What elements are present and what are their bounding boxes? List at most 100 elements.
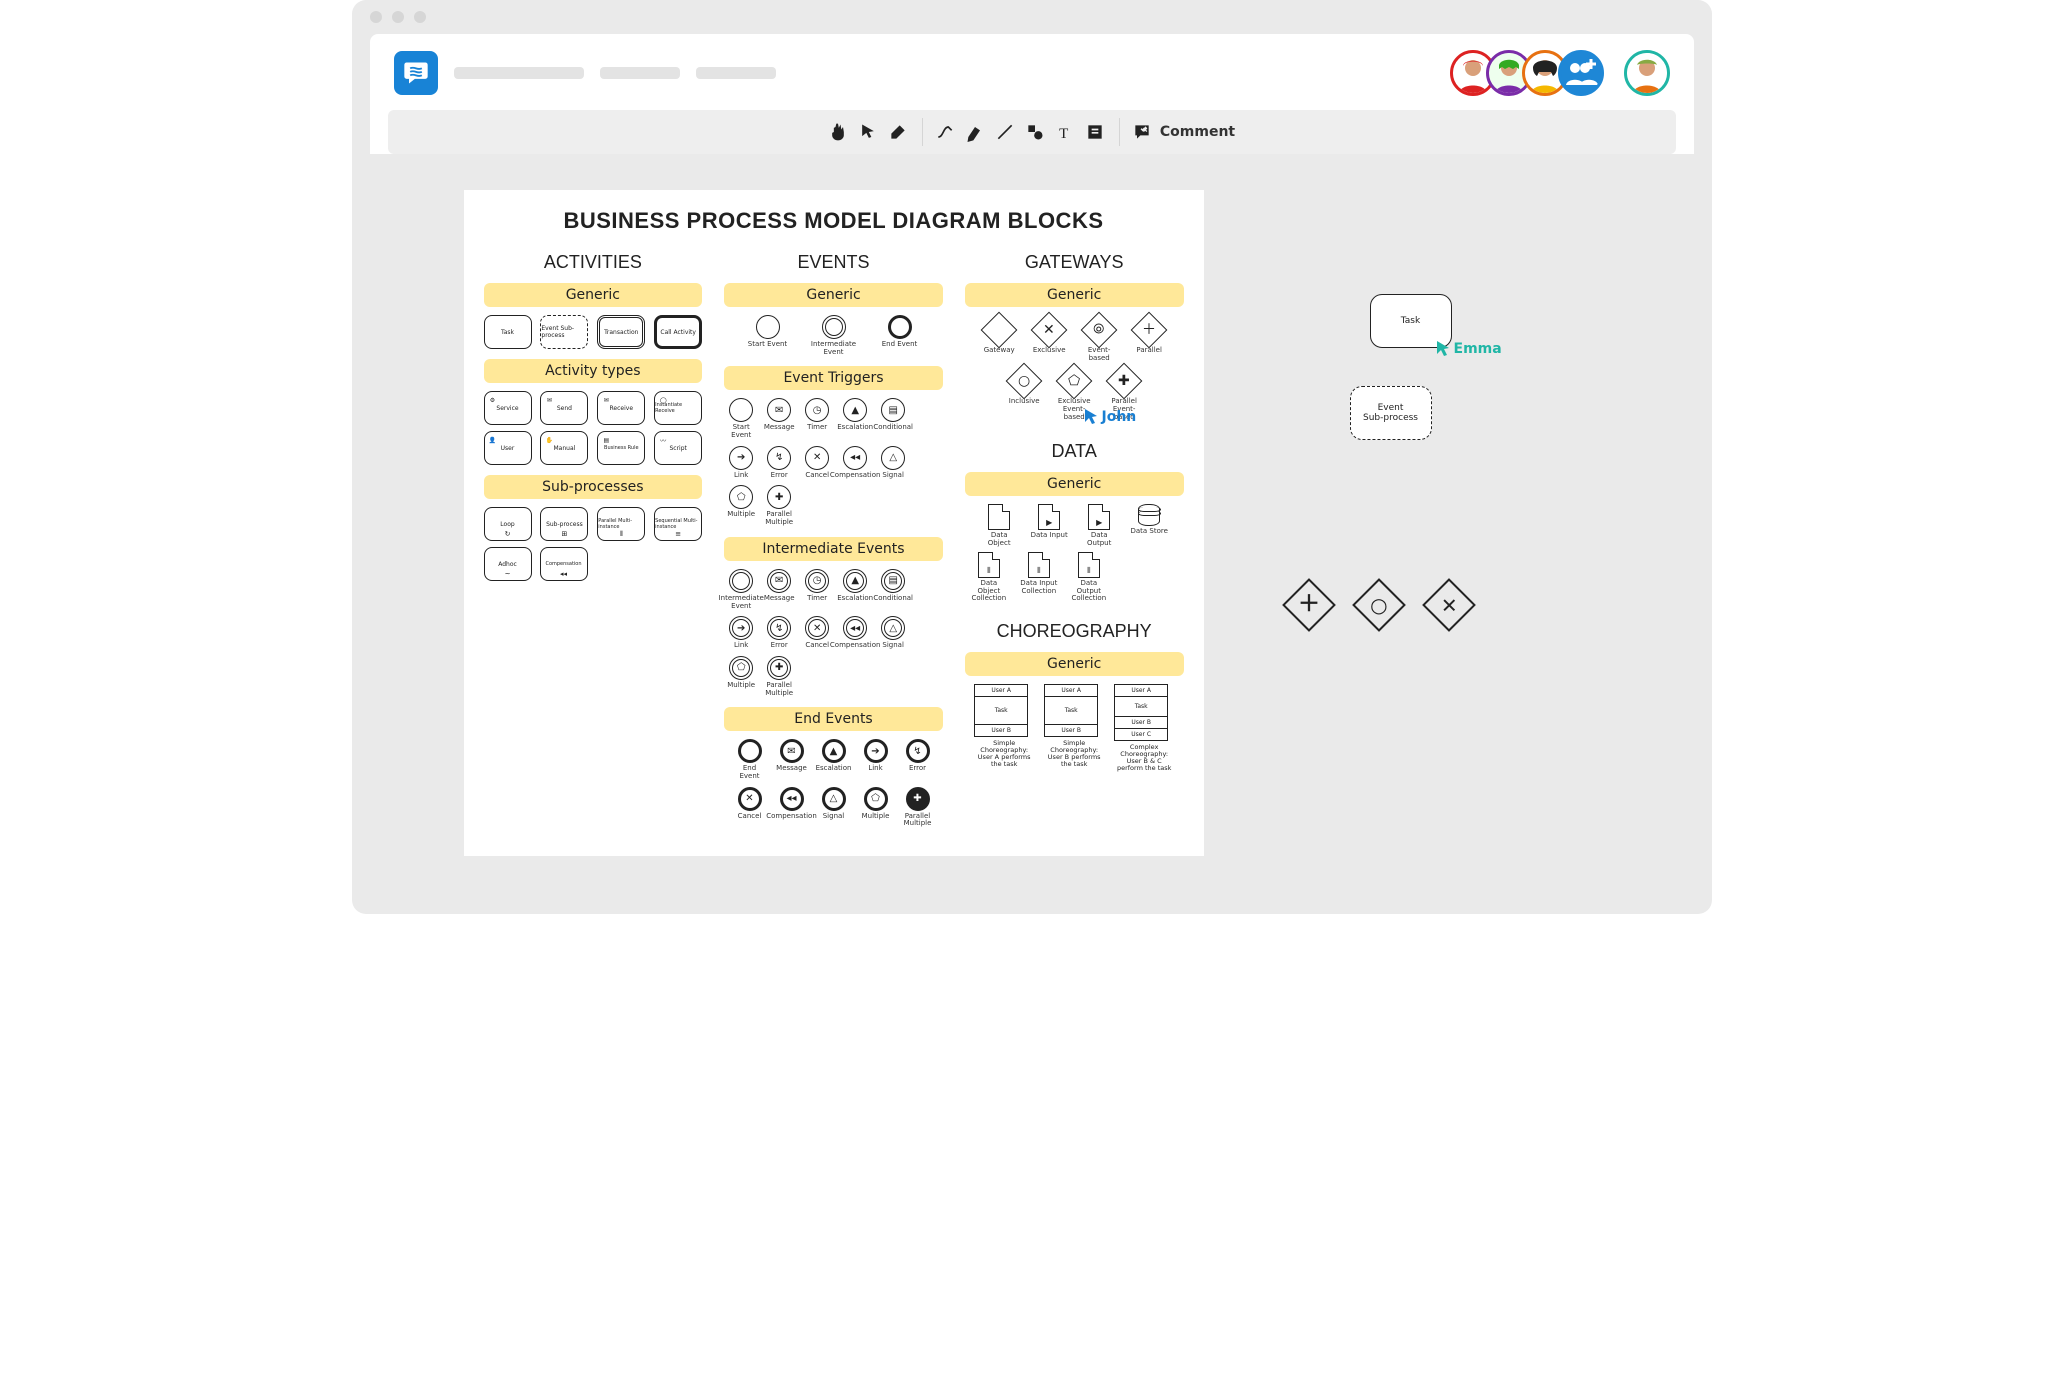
window-close-dot[interactable]	[370, 11, 382, 23]
shape-sub-sequential-mi[interactable]: Sequential Multi-instance≡	[654, 507, 702, 541]
shape-end-error[interactable]: ↯Error	[901, 739, 935, 780]
shape-data-input[interactable]: ▶Data Input	[1029, 504, 1069, 547]
shape-trigger-timer[interactable]: ◷Timer	[800, 398, 834, 439]
shape-int-message[interactable]: ✉Message	[762, 569, 796, 610]
header-breadcrumb-placeholders	[454, 67, 776, 79]
shape-choreo-complex[interactable]: User A Task User B User C Complex Choreo…	[1114, 684, 1174, 773]
shape-trigger-start[interactable]: Start Event	[724, 398, 758, 439]
shape-int-multiple[interactable]: ⬠Multiple	[724, 656, 758, 697]
shape-end-event[interactable]: End Event	[876, 315, 924, 356]
shape-int-event[interactable]: Intermediate Event	[724, 569, 758, 610]
shape-gateway-inclusive[interactable]: ○Inclusive	[1004, 366, 1044, 421]
avatar-me[interactable]	[1624, 50, 1670, 96]
col-gateways-data-choreo: GATEWAYS Generic Gateway ✕Exclusive ⦾Eve…	[965, 244, 1184, 828]
shape-end-cancel[interactable]: ✕Cancel	[733, 787, 767, 828]
shape-transaction[interactable]: Transaction	[597, 315, 645, 349]
shape-trigger-signal[interactable]: △Signal	[876, 446, 910, 480]
shape-start-event[interactable]: Start Event	[744, 315, 792, 356]
tool-pan[interactable]	[824, 118, 852, 146]
shape-event-subprocess[interactable]: Event Sub-process	[540, 315, 588, 349]
shape-end-compensation[interactable]: ◂◂Compensation	[775, 787, 809, 828]
shape-end-parallel-multiple[interactable]: ✚Parallel Multiple	[901, 787, 935, 828]
shape-activity-send[interactable]: ✉Send	[540, 391, 588, 425]
shape-call-activity[interactable]: Call Activity	[654, 315, 702, 349]
shape-sub-process[interactable]: Sub-process⊞	[540, 507, 588, 541]
shape-choreo-simple-b[interactable]: User A Task User B Simple Choreography: …	[1044, 684, 1104, 769]
shape-sub-parallel-mi[interactable]: Parallel Multi-instance⦀	[597, 507, 645, 541]
shape-end-message[interactable]: ✉Message	[775, 739, 809, 780]
shape-int-parallel-multiple[interactable]: ✚Parallel Multiple	[762, 656, 796, 697]
stage-gateway-parallel[interactable]: ＋	[1282, 578, 1336, 632]
tool-eraser[interactable]	[884, 118, 912, 146]
shape-activity-instantiate-receive[interactable]: ◯Instantiate Receive	[654, 391, 702, 425]
subhead-intermediate-events: Intermediate Events	[724, 537, 943, 561]
shape-choreo-simple-a[interactable]: User A Task User B Simple Choreography: …	[974, 684, 1034, 769]
shape-gateway[interactable]: Gateway	[979, 315, 1019, 362]
stage-gateways-row: ＋ ○ ✕	[1288, 584, 1470, 626]
shape-activity-manual[interactable]: ✋Manual	[540, 431, 588, 465]
cursor-icon	[1084, 408, 1100, 426]
shape-sub-compensation[interactable]: Compensation◂◂	[540, 547, 588, 581]
shape-int-escalation[interactable]: ▲Escalation	[838, 569, 872, 610]
app-header	[370, 34, 1694, 104]
shape-task[interactable]: Task	[484, 315, 532, 349]
shape-trigger-conditional[interactable]: ▤Conditional	[876, 398, 910, 439]
shape-int-signal[interactable]: △Signal	[876, 616, 910, 650]
shape-data-object-collection[interactable]: ⦀Data Object Collection	[969, 552, 1009, 603]
cursor-emma: Emma	[1436, 340, 1502, 358]
shape-end-escalation[interactable]: ▲Escalation	[817, 739, 851, 780]
shape-end-multiple[interactable]: ⬠Multiple	[859, 787, 893, 828]
shape-activity-business-rule[interactable]: ▤Business Rule	[597, 431, 645, 465]
tool-text[interactable]: T	[1051, 118, 1079, 146]
tool-pen[interactable]	[931, 118, 959, 146]
shape-data-output-collection[interactable]: ⦀Data Output Collection	[1069, 552, 1109, 603]
shape-sub-adhoc[interactable]: Adhoc~	[484, 547, 532, 581]
shape-data-output[interactable]: ▶Data Output	[1079, 504, 1119, 547]
window-minimize-dot[interactable]	[392, 11, 404, 23]
shape-int-link[interactable]: ➔Link	[724, 616, 758, 650]
shape-gateway-parallel[interactable]: ＋Parallel	[1129, 315, 1169, 362]
shape-trigger-error[interactable]: ↯Error	[762, 446, 796, 480]
shape-trigger-parallel-multiple[interactable]: ✚Parallel Multiple	[762, 485, 796, 526]
shape-int-conditional[interactable]: ▤Conditional	[876, 569, 910, 610]
heading-events: EVENTS	[724, 252, 943, 273]
shape-activity-receive[interactable]: ✉Receive	[597, 391, 645, 425]
stage-gateway-inclusive[interactable]: ○	[1352, 578, 1406, 632]
shape-end-event[interactable]: End Event	[733, 739, 767, 780]
app-logo[interactable]	[394, 51, 438, 95]
shape-int-error[interactable]: ↯Error	[762, 616, 796, 650]
window-maximize-dot[interactable]	[414, 11, 426, 23]
shape-intermediate-event[interactable]: Intermediate Event	[810, 315, 858, 356]
col-activities: ACTIVITIES Generic Task Event Sub-proces…	[484, 244, 703, 828]
tool-comment[interactable]: Comment	[1128, 118, 1239, 146]
stage-gateway-exclusive[interactable]: ✕	[1422, 578, 1476, 632]
shape-data-store[interactable]: Data Store	[1129, 504, 1169, 547]
shape-activity-service[interactable]: ⚙Service	[484, 391, 532, 425]
share-button[interactable]	[1558, 50, 1604, 96]
shape-data-object[interactable]: Data Object	[979, 504, 1019, 547]
shape-trigger-message[interactable]: ✉Message	[762, 398, 796, 439]
shape-trigger-compensation[interactable]: ◂◂Compensation	[838, 446, 872, 480]
shape-trigger-link[interactable]: ➔Link	[724, 446, 758, 480]
tool-select[interactable]	[854, 118, 882, 146]
shape-int-compensation[interactable]: ◂◂Compensation	[838, 616, 872, 650]
tool-shape[interactable]	[1021, 118, 1049, 146]
shape-trigger-multiple[interactable]: ⬠Multiple	[724, 485, 758, 526]
tool-comment-label: Comment	[1160, 124, 1235, 140]
canvas[interactable]: BUSINESS PROCESS MODEL DIAGRAM BLOCKS AC…	[370, 154, 1694, 914]
tool-line[interactable]	[991, 118, 1019, 146]
shape-sub-loop[interactable]: Loop↻	[484, 507, 532, 541]
shape-trigger-escalation[interactable]: ▲Escalation	[838, 398, 872, 439]
shape-activity-script[interactable]: 〰Script	[654, 431, 702, 465]
shape-data-input-collection[interactable]: ⦀Data Input Collection	[1019, 552, 1059, 603]
stage-event-subprocess[interactable]: Event Sub-process	[1350, 386, 1432, 440]
shape-end-signal[interactable]: △Signal	[817, 787, 851, 828]
cursor-emma-label: Emma	[1454, 341, 1502, 357]
shape-end-link[interactable]: ➔Link	[859, 739, 893, 780]
shape-gateway-event-based[interactable]: ⦾Event-based	[1079, 315, 1119, 362]
tool-highlighter[interactable]	[961, 118, 989, 146]
shape-int-timer[interactable]: ◷Timer	[800, 569, 834, 610]
tool-sticky-note[interactable]	[1081, 118, 1109, 146]
shape-activity-user[interactable]: 👤User	[484, 431, 532, 465]
shape-gateway-exclusive[interactable]: ✕Exclusive	[1029, 315, 1069, 362]
